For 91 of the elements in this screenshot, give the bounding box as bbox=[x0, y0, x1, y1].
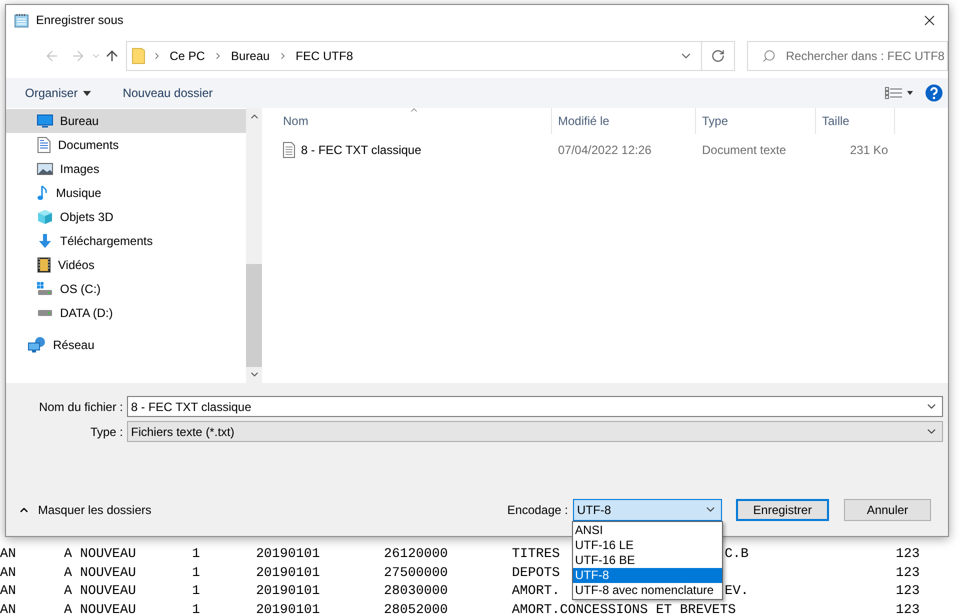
organize-menu-button[interactable]: Organiser bbox=[24, 82, 92, 104]
drive-icon bbox=[37, 309, 53, 317]
text-line: 20190101 bbox=[256, 546, 321, 564]
text-line: 1 bbox=[192, 564, 201, 582]
cube-icon bbox=[37, 209, 53, 225]
sidebar-item[interactable]: Musique bbox=[6, 181, 246, 205]
text-line: DEPOTS bbox=[512, 566, 560, 580]
address-bar[interactable]: Ce PC Bureau FEC UTF8 bbox=[126, 41, 735, 71]
search-icon bbox=[762, 49, 776, 63]
breadcrumb-item[interactable]: Bureau bbox=[228, 49, 272, 63]
sidebar-item[interactable]: Objets 3D bbox=[6, 205, 246, 229]
field-label: Type : bbox=[89, 424, 124, 438]
text-line: AN bbox=[0, 546, 17, 564]
table-cell: Document texte bbox=[702, 143, 786, 157]
text-line: 20190101 bbox=[256, 564, 321, 582]
text-line: C.B bbox=[724, 546, 749, 564]
text-line: 20190101 bbox=[256, 602, 321, 615]
save-button[interactable]: Enregistrer bbox=[736, 498, 829, 520]
text-line: 123 bbox=[896, 546, 921, 564]
dropdown-option[interactable]: ANSI bbox=[573, 522, 722, 538]
text-line: 20190101 bbox=[256, 583, 321, 601]
sidebar-item[interactable]: Réseau bbox=[6, 333, 246, 357]
text-line: 1 bbox=[192, 546, 201, 564]
scrollbar[interactable] bbox=[246, 108, 262, 383]
breadcrumb-item[interactable]: FEC UTF8 bbox=[294, 49, 356, 63]
notepad-icon bbox=[14, 12, 29, 28]
cancel-button[interactable]: Annuler bbox=[844, 498, 931, 520]
table-cell: 231 Ko bbox=[850, 143, 888, 157]
text-line: 1 bbox=[192, 602, 201, 615]
sidebar-item[interactable]: DATA (D:) bbox=[6, 301, 246, 325]
new-folder-button[interactable]: Nouveau dossier bbox=[122, 82, 214, 104]
column-header[interactable]: Nom bbox=[277, 108, 552, 134]
download-arrow-icon bbox=[37, 233, 53, 249]
monitor-icon bbox=[37, 114, 53, 128]
text-line: 28052000 bbox=[384, 602, 449, 615]
column-header[interactable]: Modifié le bbox=[552, 108, 696, 134]
text-line: AN bbox=[0, 583, 17, 601]
refresh-icon bbox=[710, 49, 725, 63]
encoding-select[interactable]: UTF-8 bbox=[573, 498, 722, 520]
text-line: 27500000 bbox=[384, 564, 449, 582]
text-line: TITRES bbox=[512, 547, 560, 562]
caret-icon bbox=[82, 90, 91, 96]
text-line: 123 bbox=[896, 583, 921, 601]
text-line: 123 bbox=[896, 602, 921, 615]
text-line: A NOUVEAU bbox=[64, 546, 137, 564]
dropdown-option[interactable]: UTF-16 LE bbox=[573, 538, 722, 552]
sidebar-item[interactable]: OS (C:) bbox=[6, 277, 246, 301]
text-file-icon bbox=[283, 142, 295, 158]
help-button[interactable] bbox=[925, 84, 943, 102]
dropdown-option[interactable]: UTF-8 bbox=[573, 568, 722, 582]
text-line: 123 bbox=[896, 564, 921, 582]
text-line: A NOUVEAU bbox=[64, 602, 137, 615]
search-field[interactable]: Rechercher dans : FEC UTF8 bbox=[746, 41, 948, 71]
column-header[interactable]: Taille bbox=[816, 108, 895, 134]
network-icon bbox=[28, 337, 46, 353]
file-type-select[interactable]: Fichiers texte (*.txt) bbox=[127, 421, 943, 442]
document-icon bbox=[37, 137, 51, 153]
table-cell: 07/04/2022 12:26 bbox=[558, 143, 652, 157]
text-line: AN bbox=[0, 602, 17, 615]
music-note-icon bbox=[37, 185, 49, 201]
filename-field[interactable]: 8 - FEC TXT classique bbox=[127, 396, 943, 417]
view-options-button[interactable] bbox=[885, 87, 913, 99]
window-title: Enregistrer sous bbox=[36, 13, 124, 27]
text-line: A NOUVEAU bbox=[64, 583, 137, 601]
dropdown-option[interactable]: UTF-16 BE bbox=[573, 552, 722, 568]
image-icon bbox=[37, 162, 53, 176]
field-label: Nom du fichier : bbox=[38, 400, 124, 414]
sidebar-item[interactable]: Documents bbox=[6, 133, 246, 157]
text-line: AMORT.CONCESSIONS ET BREVETS bbox=[512, 602, 736, 615]
encoding-label: Encodage : bbox=[507, 502, 568, 516]
sidebar-item[interactable]: Bureau bbox=[6, 109, 246, 133]
breadcrumb-item[interactable]: Ce PC bbox=[168, 49, 207, 63]
text-line: AMORT. bbox=[512, 584, 560, 599]
help-icon bbox=[925, 84, 943, 102]
text-line: AN bbox=[0, 564, 17, 582]
sidebar-item[interactable]: Vidéos bbox=[6, 253, 246, 277]
sidebar-item[interactable]: Téléchargements bbox=[6, 229, 246, 253]
drive-icon bbox=[37, 282, 53, 296]
column-header[interactable]: Type bbox=[696, 108, 816, 134]
dropdown-option[interactable]: UTF-8 avec nomenclature bbox=[573, 582, 722, 598]
text-line: A NOUVEAU bbox=[64, 564, 137, 582]
list-view-icon bbox=[885, 87, 913, 99]
file-name[interactable]: 8 - FEC TXT classique bbox=[301, 143, 422, 157]
hide-folders-button[interactable]: Masquer les dossiers bbox=[18, 502, 152, 516]
film-icon bbox=[37, 257, 51, 273]
text-line: EV. bbox=[724, 583, 749, 601]
text-line: 26120000 bbox=[384, 546, 449, 564]
text-line: 1 bbox=[192, 583, 201, 601]
text-line: 28030000 bbox=[384, 583, 449, 601]
folder-icon bbox=[132, 48, 146, 64]
sidebar-item[interactable]: Images bbox=[6, 157, 246, 181]
